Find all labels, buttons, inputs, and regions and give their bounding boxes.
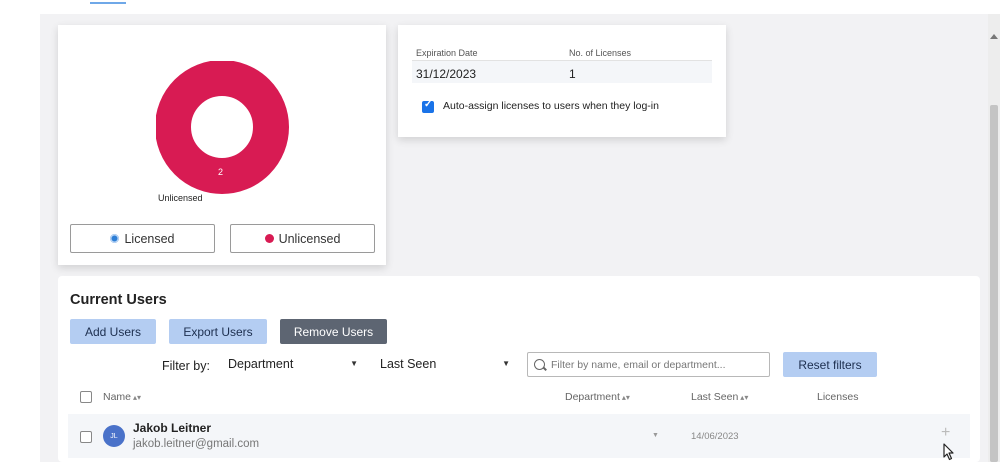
expiration-date-header: Expiration Date	[416, 48, 478, 58]
last-seen-value: 14/06/2023	[691, 431, 739, 442]
filter-label: Filter by:	[162, 359, 210, 373]
license-count-header: No. of Licenses	[569, 48, 632, 58]
last-seen-select[interactable]: Last Seen ▼	[380, 352, 510, 376]
divider	[412, 60, 712, 61]
current-users-panel: Current Users Add Users Export Users Rem…	[58, 276, 980, 462]
license-chart-card: Unlicensed 2 Licensed Unlicensed	[58, 25, 386, 265]
slice-label-unlicensed: Unlicensed	[158, 193, 203, 203]
legend-licensed-label: Licensed	[124, 231, 175, 246]
section-title: Current Users	[70, 292, 167, 308]
license-info-card: Expiration Date No. of Licenses 31/12/20…	[398, 25, 726, 137]
export-users-button[interactable]: Export Users	[169, 319, 267, 344]
department-select[interactable]: Department ▼	[228, 352, 358, 376]
auto-assign-label: Auto-assign licenses to users when they …	[443, 100, 659, 112]
row-checkbox[interactable]	[80, 431, 92, 443]
column-last-seen-header[interactable]: Last Seen ▴▾	[691, 391, 748, 403]
license-count-value: 1	[569, 67, 576, 81]
select-all-checkbox[interactable]	[80, 391, 92, 403]
column-last-seen-label: Last Seen	[691, 391, 739, 403]
column-department-label: Department	[565, 391, 620, 403]
sort-icon: ▴▾	[740, 393, 749, 402]
search-icon	[534, 359, 545, 370]
column-licenses-header: Licenses	[817, 391, 859, 403]
expiration-date-value: 31/12/2023	[416, 67, 477, 81]
slice-value-unlicensed: 2	[218, 167, 224, 177]
donut-slice-unlicensed[interactable]	[156, 61, 289, 194]
legend-licensed-button[interactable]: Licensed	[70, 224, 215, 253]
column-department-header[interactable]: Department ▴▾	[565, 391, 630, 403]
chevron-down-icon: ▼	[502, 359, 510, 368]
department-dropdown-icon[interactable]: ▼	[652, 432, 659, 439]
legend-unlicensed-label: Unlicensed	[278, 231, 341, 246]
licensed-dot-icon	[110, 234, 120, 243]
remove-users-button[interactable]: Remove Users	[280, 319, 387, 344]
scroll-up-icon[interactable]	[990, 34, 998, 39]
top-bar	[0, 0, 1000, 14]
scrollbar-thumb[interactable]	[990, 105, 998, 462]
sort-icon: ▴▾	[621, 393, 630, 402]
mouse-cursor-icon	[943, 443, 954, 461]
table-row[interactable]: JL Jakob Leitner jakob.leitner@gmail.com…	[68, 414, 970, 458]
last-seen-select-value: Last Seen	[380, 357, 437, 371]
auto-assign-checkbox[interactable]	[422, 99, 434, 113]
license-donut-chart	[156, 61, 289, 194]
column-name-header[interactable]: Name ▴▾	[103, 391, 141, 403]
department-select-value: Department	[228, 357, 294, 371]
search-input[interactable]	[549, 357, 763, 372]
reset-filters-button[interactable]: Reset filters	[783, 352, 877, 377]
user-email: jakob.leitner@gmail.com	[133, 438, 260, 450]
active-tab-underline	[90, 2, 126, 4]
legend-unlicensed-button[interactable]: Unlicensed	[230, 224, 375, 253]
search-box[interactable]	[527, 352, 770, 377]
avatar: JL	[103, 425, 125, 447]
unlicensed-dot-icon	[264, 234, 274, 243]
add-users-button[interactable]: Add Users	[70, 319, 156, 344]
chevron-down-icon: ▼	[350, 359, 358, 368]
plus-icon[interactable]: +	[941, 424, 950, 442]
sort-icon: ▴▾	[133, 393, 142, 402]
column-name-label: Name	[103, 391, 132, 403]
user-name: Jakob Leitner	[133, 421, 212, 435]
